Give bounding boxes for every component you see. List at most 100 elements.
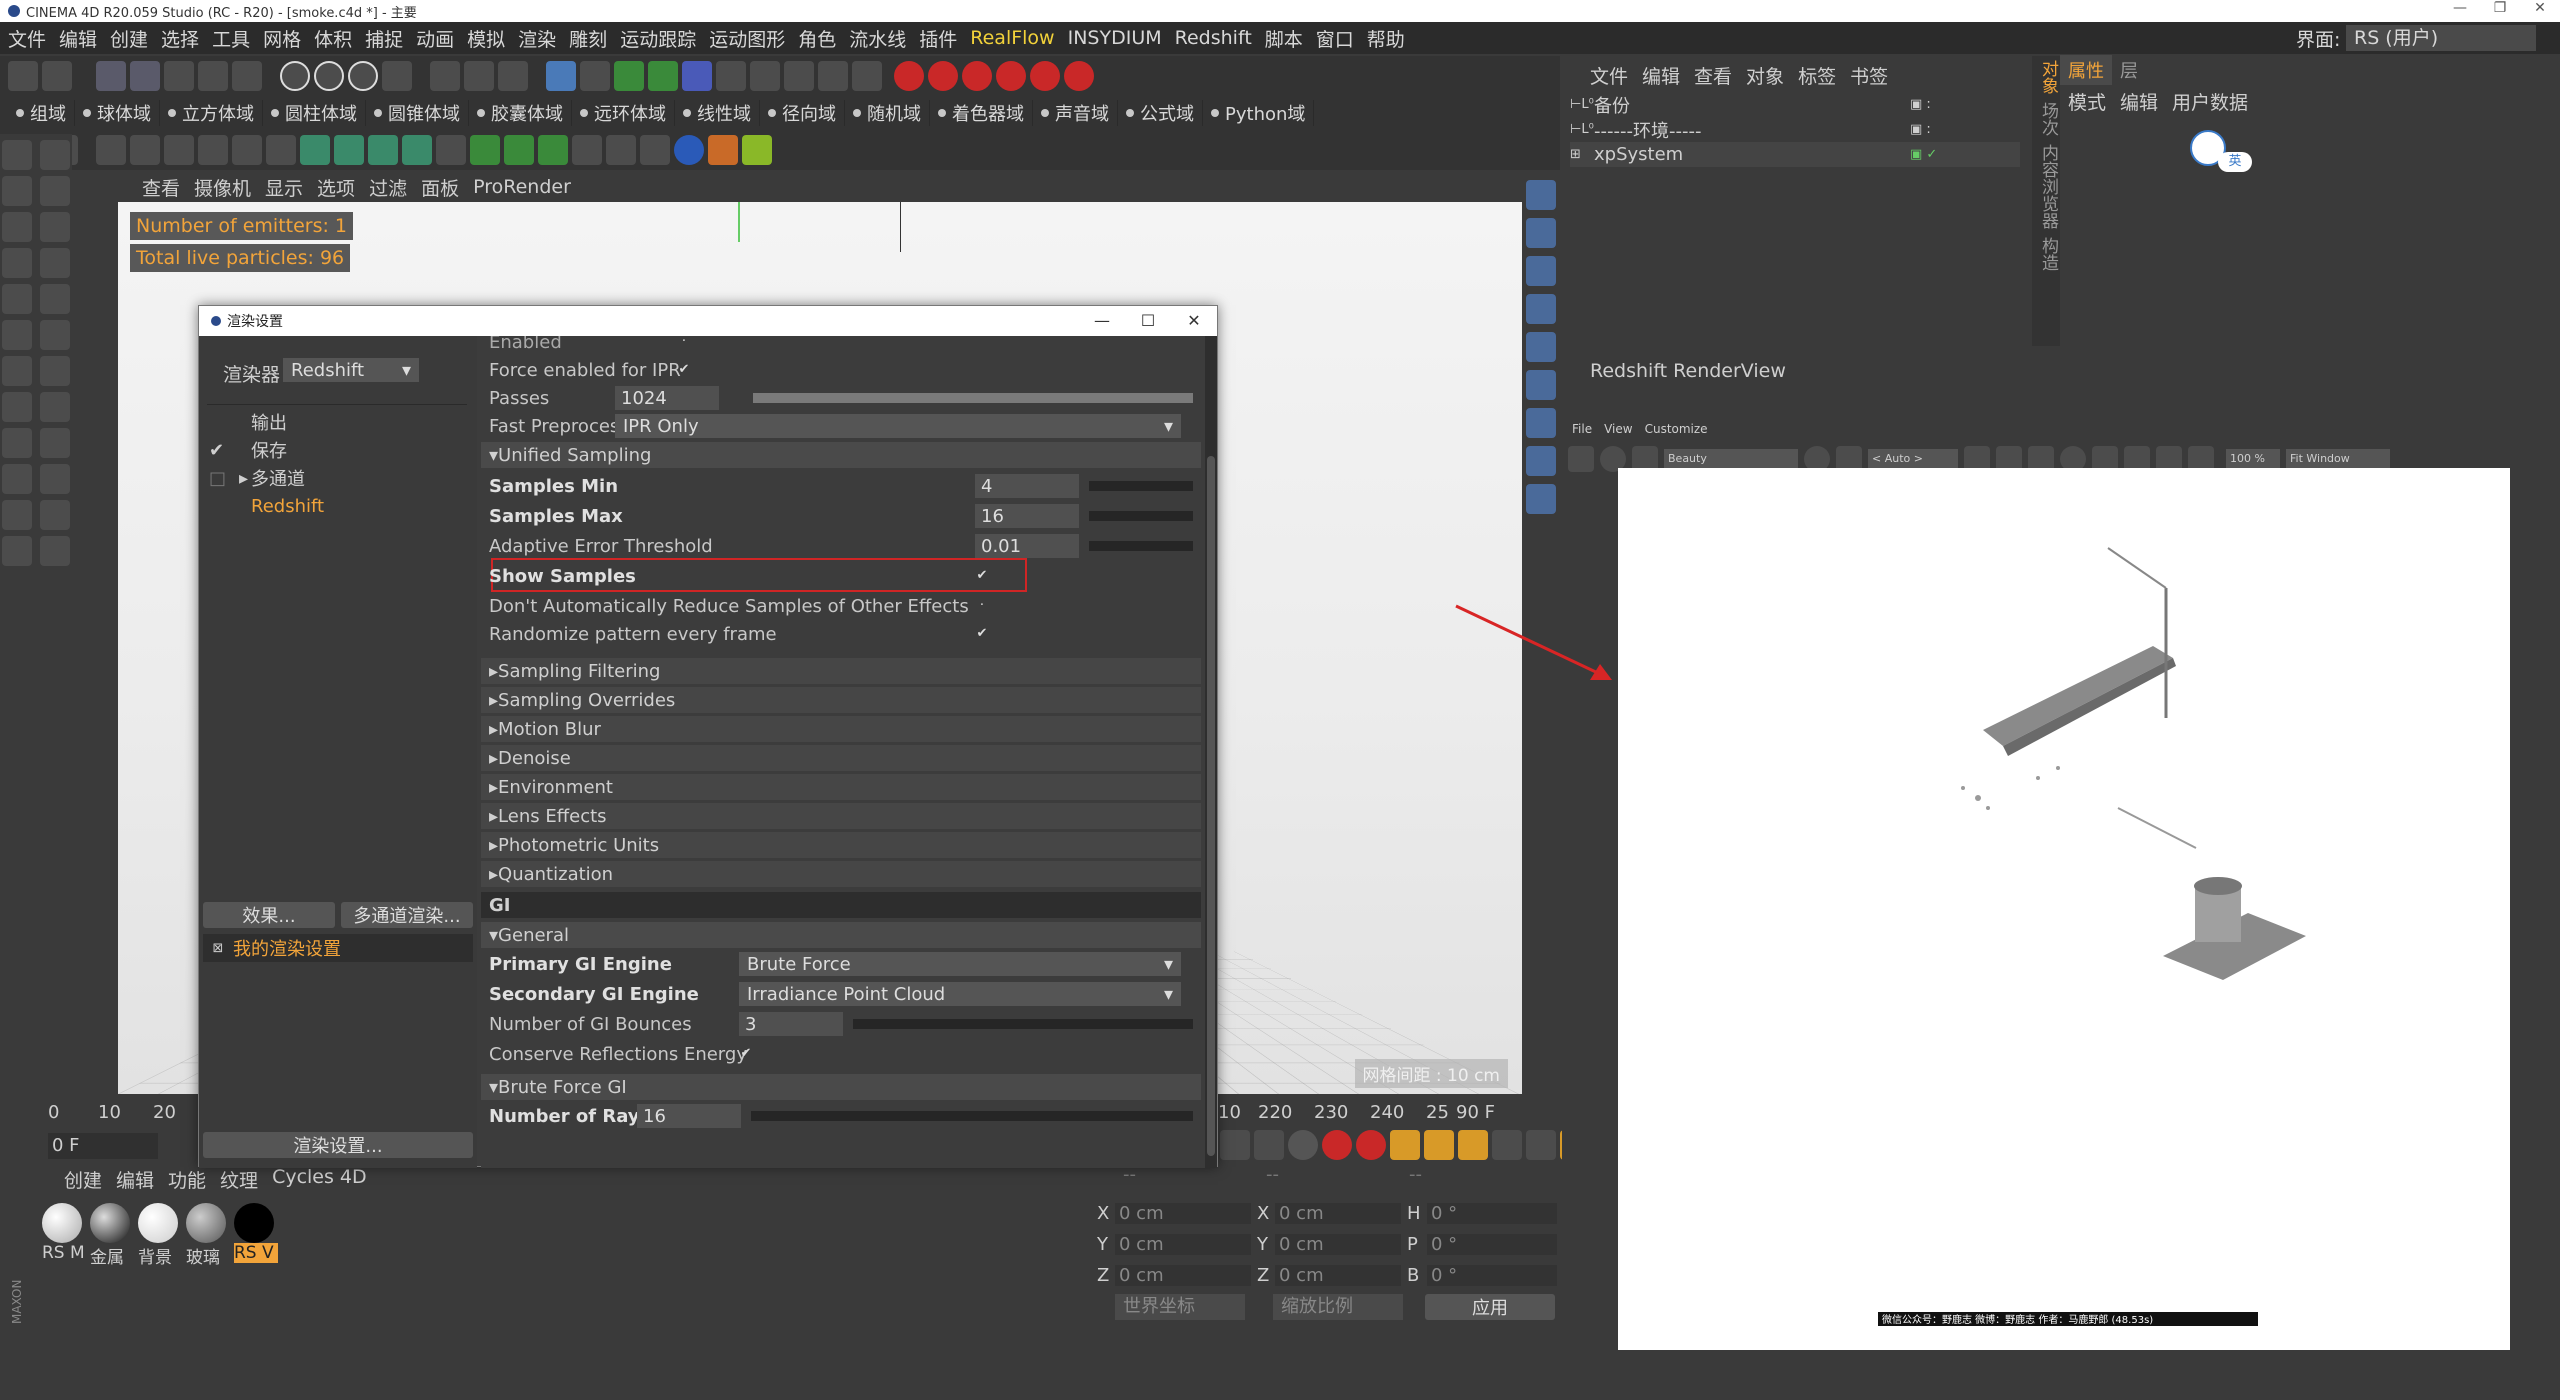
iron-icon[interactable] (40, 536, 70, 566)
renderer-dropdown[interactable]: Redshift ▾ (283, 358, 419, 382)
mat-menu-edit[interactable]: 编辑 (116, 1166, 154, 1193)
rotate-tool-icon[interactable] (198, 61, 228, 91)
move-camera-icon[interactable] (1526, 180, 1556, 210)
undo-icon[interactable] (8, 61, 38, 91)
solo-icon[interactable] (2, 500, 32, 530)
xp-points-icon[interactable] (198, 135, 228, 165)
xp-spline-icon[interactable] (164, 135, 194, 165)
menu-mograph[interactable]: 运动图形 (709, 25, 785, 52)
xp-physics-icon[interactable] (1526, 294, 1556, 324)
render-view-icon[interactable] (430, 61, 460, 91)
material-glass[interactable]: 玻璃 (186, 1203, 230, 1268)
xp-qr-icon[interactable] (674, 135, 704, 165)
menu-tools[interactable]: 工具 (212, 25, 250, 52)
z-axis-icon[interactable] (348, 61, 378, 91)
enabled-checkbox[interactable]: · (677, 336, 691, 349)
zoom-camera-icon[interactable] (1526, 218, 1556, 248)
redo-icon[interactable] (42, 61, 72, 91)
gi-bounces-field[interactable]: 3 (739, 1012, 843, 1036)
material-rs-v[interactable]: RS V (234, 1203, 278, 1268)
rotate-camera-icon[interactable] (1526, 256, 1556, 286)
mat-menu-cycles[interactable]: Cycles 4D (272, 1166, 367, 1193)
world-coords-dropdown[interactable]: 世界坐标 (1115, 1294, 1245, 1320)
mat-menu-function[interactable]: 功能 (168, 1166, 206, 1193)
xp-align-icon[interactable] (1526, 408, 1556, 438)
section-brute-force-gi[interactable]: ▾ Brute Force GI (481, 1074, 1201, 1100)
floor-icon[interactable] (716, 61, 746, 91)
smooth-icon[interactable] (40, 500, 70, 530)
obj-menu-edit[interactable]: 编辑 (1642, 62, 1680, 89)
magnet-icon[interactable] (2, 428, 32, 458)
rs-menu-customize[interactable]: Customize (1645, 422, 1708, 436)
workplane-icon[interactable] (2, 212, 32, 242)
dialog-close-button[interactable]: ✕ (1171, 306, 1217, 336)
samples-min-field[interactable]: 4 (975, 474, 1079, 498)
visibility-icon[interactable]: ▣ : (1910, 97, 1931, 112)
section-gi[interactable]: GI (481, 892, 1201, 918)
field-radial[interactable]: 径向域 (760, 100, 845, 126)
tree-check[interactable]: □ (209, 468, 239, 489)
fast-preprocessing-dropdown[interactable]: IPR Only ▾ (615, 414, 1181, 438)
menu-redshift[interactable]: Redshift (1175, 27, 1252, 49)
scale-tool-icon[interactable] (164, 61, 194, 91)
field-capsule[interactable]: 胶囊体域 (469, 100, 572, 126)
field-cone[interactable]: 圆锥体域 (366, 100, 469, 126)
xp-download-icon[interactable] (708, 135, 738, 165)
rs-dome-icon[interactable] (1030, 61, 1060, 91)
select-tool-icon[interactable] (96, 61, 126, 91)
texture-mode-icon[interactable] (2, 176, 32, 206)
xp-grid-icon[interactable] (266, 135, 296, 165)
array-icon[interactable] (648, 61, 678, 91)
xp-trail-icon[interactable] (436, 135, 466, 165)
camera-dropdown[interactable]: < Auto > (1868, 449, 1958, 469)
aov-dropdown[interactable]: Beauty (1664, 449, 1798, 469)
vp-menu-options[interactable]: 选项 (317, 174, 355, 201)
deformer-icon[interactable] (682, 61, 712, 91)
randomize-checkbox[interactable]: ✔ (975, 627, 989, 641)
vp-menu-display[interactable]: 显示 (265, 174, 303, 201)
multipass-render-button[interactable]: 多通道渲染... (341, 902, 473, 928)
goto-end-icon[interactable] (1254, 1130, 1284, 1160)
lasso-icon[interactable] (40, 248, 70, 278)
edges-mode-icon[interactable] (2, 284, 32, 314)
rs-light-icon[interactable] (928, 61, 958, 91)
mat-menu-texture[interactable]: 纹理 (220, 1166, 258, 1193)
extrude-icon[interactable] (40, 356, 70, 386)
section-motion-blur[interactable]: ▸ Motion Blur (481, 716, 1201, 742)
effects-button[interactable]: 效果... (203, 902, 335, 928)
menu-character[interactable]: 角色 (798, 25, 836, 52)
field-sound[interactable]: 声音域 (1033, 100, 1118, 126)
field-group[interactable]: 组域 (8, 100, 75, 126)
render-settings-icon[interactable] (498, 61, 528, 91)
field-shader[interactable]: 着色器域 (930, 100, 1033, 126)
coord-system-icon[interactable] (382, 61, 412, 91)
xp-emitter-icon[interactable] (96, 135, 126, 165)
dialog-minimize-button[interactable]: — (1079, 306, 1125, 336)
section-quantization[interactable]: ▸ Quantization (481, 861, 1201, 887)
xp-cache-icon[interactable] (300, 135, 330, 165)
menu-volume[interactable]: 体积 (314, 25, 352, 52)
axis-mode-icon[interactable] (2, 356, 32, 386)
size-x-field[interactable]: 0 cm (1275, 1203, 1401, 1224)
section-unified-sampling[interactable]: ▾ Unified Sampling (481, 442, 1201, 468)
size-z-field[interactable]: 0 cm (1275, 1265, 1401, 1286)
menu-mesh[interactable]: 网格 (263, 25, 301, 52)
material-rs-m[interactable]: RS M (42, 1203, 86, 1268)
pos-x-field[interactable]: 0 cm (1115, 1203, 1251, 1224)
key-param-icon[interactable] (1492, 1130, 1522, 1160)
menu-sculpt[interactable]: 雕刻 (569, 25, 607, 52)
menu-help[interactable]: 帮助 (1367, 25, 1405, 52)
vp-menu-panel[interactable]: 面板 (421, 174, 459, 201)
rs-menu-file[interactable]: File (1572, 422, 1592, 436)
spline-pen-icon[interactable] (40, 284, 70, 314)
xp-kill-icon[interactable] (1526, 484, 1556, 514)
knife-icon[interactable] (40, 320, 70, 350)
python-icon[interactable] (852, 61, 882, 91)
tab-layers[interactable]: 层 (2112, 55, 2146, 85)
menu-script[interactable]: 脚本 (1265, 25, 1303, 52)
primary-gi-dropdown[interactable]: Brute Force ▾ (739, 952, 1181, 976)
bridge-icon[interactable] (40, 428, 70, 458)
subdivision-icon[interactable] (614, 61, 644, 91)
passes-field[interactable]: 1024 (615, 386, 719, 410)
rs-ipr-icon[interactable] (894, 61, 924, 91)
